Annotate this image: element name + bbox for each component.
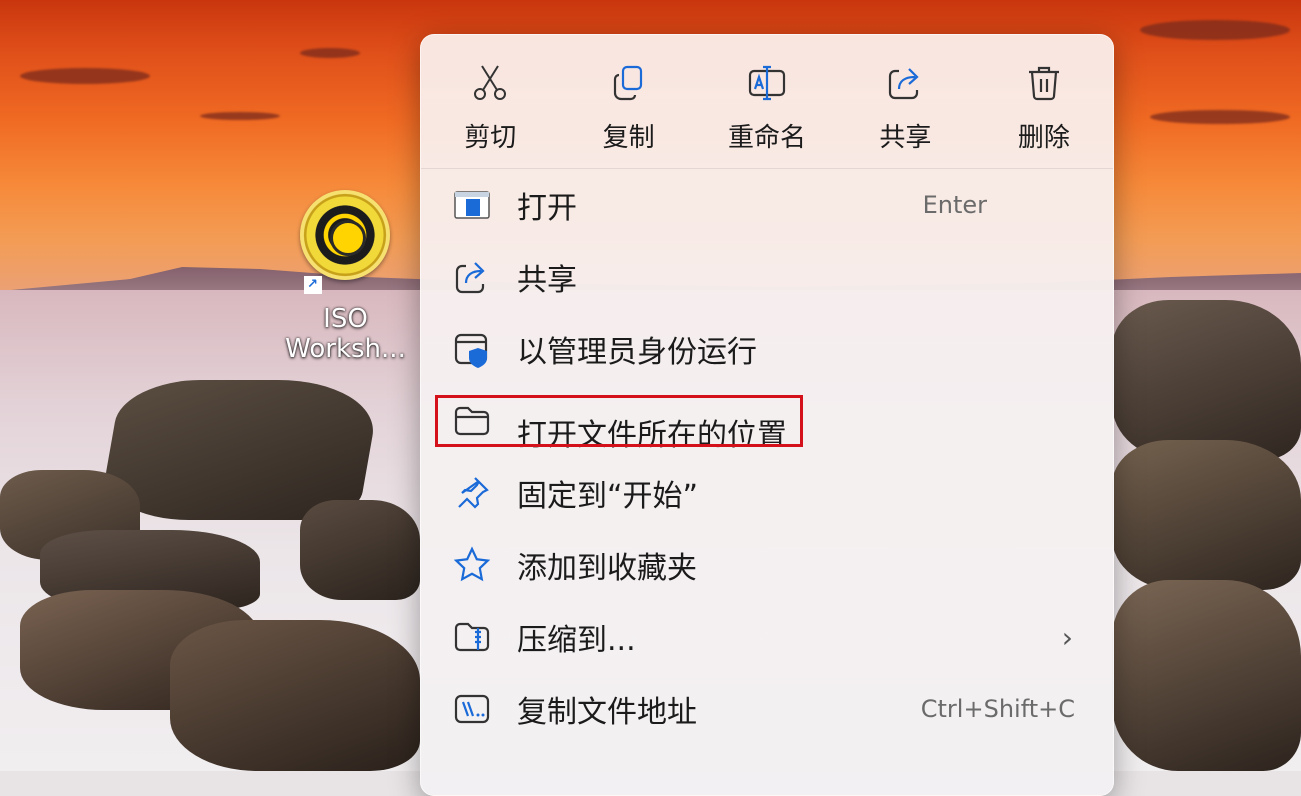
share-label: 共享 (879, 123, 932, 153)
share-button[interactable]: 共享 (836, 35, 974, 168)
run-as-admin-shield-icon (453, 330, 491, 368)
shortcut-arrow-icon: ↗ (303, 276, 322, 294)
copy-button[interactable]: 复制 (559, 35, 697, 168)
cloud (300, 48, 360, 58)
menu-item-label: 固定到“开始” (517, 479, 699, 514)
rock (170, 620, 420, 771)
copy-label: 复制 (602, 123, 655, 153)
rename-button[interactable]: 重命名 (698, 35, 836, 168)
cloud (200, 112, 280, 120)
delete-label: 删除 (1017, 123, 1070, 153)
cut-label: 剪切 (464, 123, 517, 153)
open-app-icon (453, 186, 491, 224)
menu-item-share[interactable]: 共享 (421, 241, 1113, 313)
delete-icon (1028, 66, 1059, 101)
cloud (1150, 110, 1290, 124)
menu-item-label: 打开 (517, 191, 577, 226)
menu-item-add-to-favorites[interactable]: 添加到收藏夹 (421, 529, 1113, 601)
rename-icon (748, 65, 786, 101)
delete-button[interactable]: 删除 (975, 35, 1113, 168)
desktop-icon-label: ISO Worksh... (285, 304, 406, 364)
desktop-shortcut-iso-workshop[interactable]: ↗ ISO Worksh... (283, 190, 408, 364)
menu-item-label: 以管理员身份运行 (517, 335, 757, 370)
cloud (1140, 20, 1290, 40)
menu-item-copy-file-path[interactable]: 复制文件地址 Ctrl+Shift+C (421, 673, 1113, 745)
menu-item-shortcut: Enter (922, 191, 987, 219)
menu-item-pin-to-start[interactable]: 固定到“开始” (421, 457, 1113, 529)
copy-path-icon (453, 690, 491, 728)
cut-button[interactable]: 剪切 (421, 35, 559, 168)
menu-item-label: 共享 (517, 263, 577, 298)
context-menu-quick-actions: 剪切 复制 重命名 共享 删除 (421, 35, 1113, 169)
menu-item-run-as-admin[interactable]: 以管理员身份运行 (421, 313, 1113, 385)
menu-item-open[interactable]: 打开 Enter (421, 169, 1113, 241)
copy-icon (613, 65, 642, 101)
chevron-right-icon: › (1061, 620, 1073, 654)
menu-item-label: 压缩到... (517, 623, 636, 658)
rock (97, 380, 383, 520)
menu-item-compress-to[interactable]: 压缩到... › (421, 601, 1113, 673)
menu-item-label: 添加到收藏夹 (517, 551, 697, 586)
menu-item-label: 复制文件地址 (517, 695, 697, 730)
iso-workshop-app-icon: ↗ (296, 190, 396, 294)
highlight-box (435, 395, 803, 447)
context-menu: 剪切 复制 重命名 共享 删除 打开 Enter 共享 以管理员身份运行 打开文… (420, 34, 1114, 796)
rock (1112, 580, 1301, 771)
cut-icon (474, 65, 507, 100)
rock (300, 500, 420, 600)
share-icon (889, 68, 920, 100)
share-icon (453, 258, 491, 296)
menu-item-open-file-location[interactable]: 打开文件所在的位置 (421, 385, 1113, 457)
rock (1112, 300, 1301, 460)
cloud (20, 68, 150, 84)
rename-label: 重命名 (728, 123, 807, 153)
menu-item-shortcut: Ctrl+Shift+C (920, 695, 1075, 723)
star-icon (453, 546, 491, 584)
rock (1112, 440, 1301, 590)
pin-icon (453, 474, 491, 512)
zip-folder-icon (453, 618, 491, 656)
context-menu-items: 打开 Enter 共享 以管理员身份运行 打开文件所在的位置 固定到“开始” 添… (421, 169, 1113, 745)
